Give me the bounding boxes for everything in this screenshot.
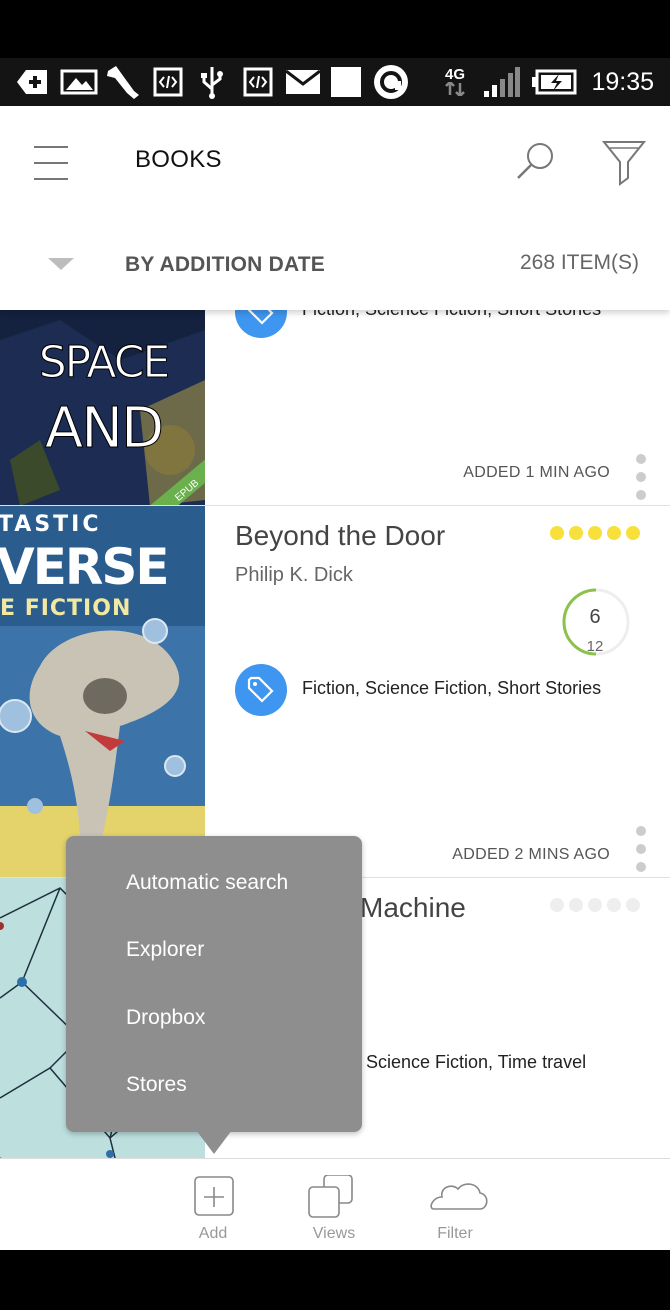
status-bar: 4G 19:35 (0, 58, 670, 106)
rating-star-icon[interactable] (588, 526, 602, 540)
rating-star-icon[interactable] (626, 898, 640, 912)
search-icon (517, 143, 553, 179)
tab-views-label: Views (312, 1225, 356, 1242)
mail-icon (284, 66, 322, 98)
overflow-menu-button[interactable] (634, 454, 648, 504)
book-list-item[interactable]: TASTIC VERSE E FICTION Beyond the Door P… (0, 506, 670, 878)
cover-text: E FICTION (0, 596, 132, 621)
wrench-icon (104, 66, 142, 99)
menu-item-dropbox[interactable]: Dropbox (126, 1006, 205, 1030)
rating-star-icon[interactable] (588, 898, 602, 912)
rating-stars[interactable] (550, 898, 640, 912)
menu-item-automatic-search[interactable]: Automatic search (126, 871, 288, 895)
progress-total: 12 (586, 638, 604, 655)
tab-add-label: Add (198, 1225, 228, 1242)
cloud-icon (430, 1183, 488, 1210)
rating-star-icon[interactable] (569, 526, 583, 540)
code-icon (152, 66, 184, 98)
book-tags: Science Fiction, Time travel (366, 1052, 587, 1072)
cover-text: SPACE (38, 337, 171, 389)
rating-star-icon[interactable] (569, 898, 583, 912)
book-tags: Fiction, Science Fiction, Short Stories (302, 678, 602, 698)
reading-progress: 6 12 (560, 586, 630, 666)
rating-stars[interactable] (550, 526, 640, 540)
hamburger-line (34, 178, 68, 180)
tab-views[interactable]: Views (279, 1159, 389, 1251)
book-list-item[interactable]: SPACE AND EPUB Fiction, Science Fiction,… (0, 310, 670, 506)
rating-star-icon[interactable] (550, 526, 564, 540)
search-button[interactable] (514, 140, 556, 182)
rating-star-icon[interactable] (550, 898, 564, 912)
menu-item-stores[interactable]: Stores (126, 1073, 187, 1097)
tag-icon (235, 664, 287, 716)
network-type: 4G (444, 66, 465, 83)
overflow-menu-button[interactable] (634, 826, 648, 876)
hamburger-line (34, 162, 68, 164)
status-time: 19:35 (591, 68, 654, 96)
rating-star-icon[interactable] (607, 526, 621, 540)
circle-app-icon (372, 65, 410, 99)
sort-dropdown-arrow-icon[interactable] (48, 258, 74, 270)
sort-order-label[interactable]: BY ADDITION DATE (125, 253, 325, 277)
book-cover[interactable]: TASTIC VERSE E FICTION (0, 506, 205, 877)
book-title: Beyond the Door (235, 520, 446, 551)
funnel-icon (601, 141, 647, 186)
gallery-icon (60, 66, 98, 98)
popup-pointer (196, 1130, 232, 1154)
page-title: BOOKS (135, 146, 222, 173)
square-icon (330, 66, 362, 98)
menu-button[interactable] (34, 144, 70, 180)
add-source-popup-menu: Automatic search Explorer Dropbox Stores (66, 836, 362, 1132)
tab-filter[interactable]: Filter (400, 1159, 510, 1251)
cover-text: AND (44, 396, 164, 462)
usb-icon (198, 66, 226, 99)
add-box-icon (194, 1176, 234, 1216)
item-count: 268 ITEM(S) (519, 251, 639, 274)
system-nav-bar (0, 1250, 670, 1310)
app-bar: BOOKS BY ADDITION DATE 268 ITEM(S) (0, 106, 670, 310)
rating-star-icon[interactable] (607, 898, 621, 912)
book-title: Machine (360, 892, 466, 923)
added-time: ADDED 2 MINS AGO (452, 846, 610, 863)
book-cover[interactable]: SPACE AND EPUB (0, 310, 205, 505)
add-notification-icon (16, 66, 50, 98)
battery-icon (530, 66, 578, 98)
code-icon (242, 66, 274, 98)
cover-text: VERSE (0, 538, 170, 596)
views-icon (308, 1175, 353, 1218)
book-tags: Fiction, Science Fiction, Short Stories (302, 310, 601, 320)
signal-icon (482, 66, 520, 98)
menu-item-explorer[interactable]: Explorer (126, 938, 204, 962)
network-indicator: 4G (440, 66, 470, 98)
filter-button[interactable] (601, 138, 647, 188)
cover-text: TASTIC (0, 512, 102, 537)
hamburger-line (34, 146, 68, 148)
tab-add[interactable]: Add (158, 1159, 268, 1251)
tab-filter-label: Filter (437, 1225, 473, 1242)
progress-current: 6 (589, 606, 601, 628)
tag-icon (235, 310, 287, 338)
book-author: Philip K. Dick (235, 564, 353, 586)
screen: 4G 19:35 BOOKS BY ADDITION DATE 268 ITEM… (0, 0, 670, 1310)
added-time: ADDED 1 MIN AGO (463, 464, 610, 481)
bottom-toolbar: Add Views Filter (0, 1158, 670, 1250)
rating-star-icon[interactable] (626, 526, 640, 540)
